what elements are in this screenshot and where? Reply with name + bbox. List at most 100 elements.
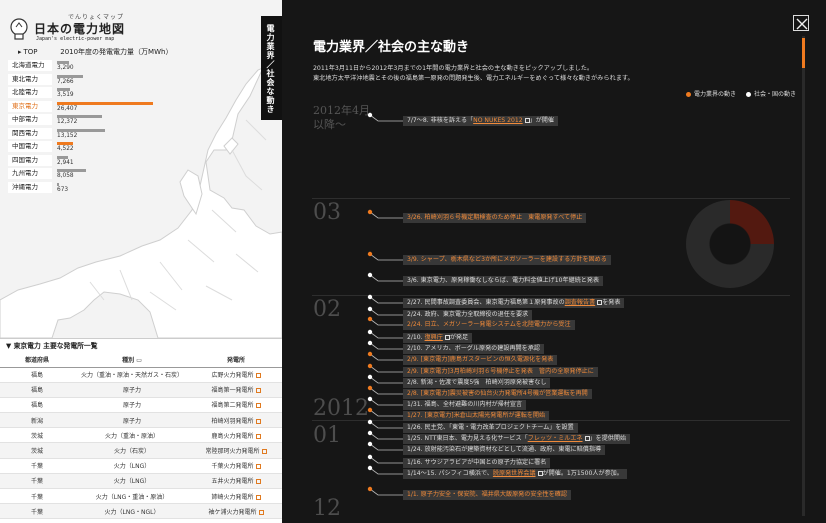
cell-plant[interactable]: 常陸那珂火力発電所 <box>190 442 282 459</box>
external-link-icon[interactable] <box>261 449 267 455</box>
provider-name: 北海道電力 <box>8 60 52 71</box>
provider-bar <box>57 61 69 64</box>
external-link-icon[interactable] <box>255 388 261 394</box>
event-marker <box>367 454 373 460</box>
cell-plant[interactable]: 五井火力発電所 <box>190 473 282 490</box>
plant-link[interactable]: 福島第一発電所 <box>211 387 253 394</box>
timeline-tab-label: 電力業界／社会な動き <box>266 24 275 114</box>
cell-plant[interactable]: 袖ケ浦火力発電所 <box>190 503 282 520</box>
table-header-row: 都道府県 種別 ▭ 発電所 <box>0 353 282 368</box>
table-row: 千葉 火力（LNG・NGL） 袖ケ浦火力発電所 <box>0 503 282 520</box>
event-marker <box>367 209 373 215</box>
top-link[interactable]: ▸ TOP <box>8 48 58 56</box>
timeline-event[interactable]: 1/25. NTT東日本、電力見える化サービス「フレッツ・ミルエネ 」を提供開始 <box>403 434 631 444</box>
event-text: 2/27. 民間事故調査委員会、東京電力福島第１原発事故の <box>407 299 565 306</box>
plant-link[interactable]: 福島第二発電所 <box>211 402 253 409</box>
plant-link[interactable]: 姉崎火力発電所 <box>211 494 253 501</box>
provider-value: 4,522 <box>57 146 74 152</box>
event-text-tail: が発足 <box>449 334 469 341</box>
external-link-icon[interactable] <box>255 433 261 439</box>
metric-label: 2010年度の発電電力量（万MWh） <box>60 48 173 56</box>
provider-name: 中国電力 <box>8 141 52 152</box>
timeline-event[interactable]: 1/14～15. パシフィコ横浜で、脱原発世界会議 が開催。1万1500人が参加。 <box>403 469 627 479</box>
cell-type: 原子力 <box>74 397 190 414</box>
event-connector <box>369 421 403 429</box>
plant-table-body: 福島 火力（重油・原油・天然ガス・石炭） 広野火力発電所 福島 原子力 福島第一発電所 福島… <box>0 367 282 520</box>
cell-prefecture: 福島 <box>0 397 74 414</box>
event-text: 2/9. [東京電力]鹿島ガスタービンの恒久電源化を発表 <box>407 356 554 363</box>
cell-plant[interactable]: 姉崎火力発電所 <box>190 488 282 505</box>
timeline-event[interactable]: 2/27. 民間事故調査委員会、東京電力福島第１原発事故の調査報告書 を発表 <box>403 298 625 308</box>
col-type-label: 種別 <box>122 357 135 365</box>
timeline-event[interactable]: 2/10. 復興庁 が発足 <box>403 333 473 343</box>
provider-row[interactable]: 北海道電力 3,290 <box>8 59 168 73</box>
plant-list-title[interactable]: ▼ 東京電力 主要な発電所一覧 <box>0 339 282 353</box>
cell-prefecture: 千葉 <box>0 473 74 490</box>
timeline-tab[interactable]: 電力業界／社会な動き <box>261 16 282 120</box>
provider-row[interactable]: 四国電力 2,941 <box>8 154 168 168</box>
external-link-icon[interactable] <box>255 373 261 379</box>
table-row: 千葉 火力（LNG） 五井火力発電所 <box>0 473 282 490</box>
provider-list: 北海道電力 3,290 東北電力 7,266 北陸電力 3,519 東京電力 26,40… <box>8 59 168 194</box>
provider-value: 3,519 <box>57 92 74 98</box>
event-text: 2/8. [東京電力]震災被害の仙台火力発電所4号機が営業運転を再開 <box>407 390 588 397</box>
external-link-icon[interactable] <box>255 464 261 470</box>
event-link[interactable]: NO NUKES 2012 <box>473 117 522 124</box>
event-link[interactable]: 調査報告書 <box>565 299 595 306</box>
cell-plant[interactable]: 千葉火力発電所 <box>190 458 282 474</box>
plant-link[interactable]: 広野火力発電所 <box>211 372 253 379</box>
event-text-tail: が開催。1万1500人が参加。 <box>542 470 623 477</box>
plant-link[interactable]: 五井火力発電所 <box>211 478 253 485</box>
table-row: 福島 火力（重油・原油・天然ガス・石炭） 広野火力発電所 <box>0 367 282 383</box>
event-text: 1/31. 福島、全村避難の川内村が帰村宣言 <box>407 401 523 408</box>
plant-link[interactable]: 鹿島火力発電所 <box>211 433 253 440</box>
plant-link[interactable]: 柏崎刈羽発電所 <box>211 418 253 425</box>
cell-prefecture: 新潟 <box>0 412 74 429</box>
provider-row[interactable]: 中国電力 4,522 <box>8 140 168 154</box>
cell-plant[interactable]: 広野火力発電所 <box>190 367 282 383</box>
cell-plant[interactable]: 福島第二発電所 <box>190 397 282 414</box>
provider-name: 沖縄電力 <box>8 181 52 193</box>
external-link-icon[interactable] <box>258 509 264 515</box>
event-text: 1/26. 民主党、「東電・電力改革プロジェクトチーム」を設置 <box>407 424 574 431</box>
cell-plant[interactable]: 福島第一発電所 <box>190 382 282 398</box>
event-text: 1/27. [東京電力]米倉山太陽光発電所が運転を開始 <box>407 412 546 419</box>
provider-name: 北陸電力 <box>8 87 52 98</box>
external-link-icon[interactable] <box>255 418 261 424</box>
cell-type: 火力（LNG・NGL） <box>74 503 190 520</box>
provider-row[interactable]: 東京電力 26,407 <box>8 100 168 114</box>
event-text-tail: を発表 <box>602 299 621 306</box>
external-link-icon[interactable] <box>255 403 261 409</box>
event-link[interactable]: 復興庁 <box>425 334 443 341</box>
provider-name: 関西電力 <box>8 127 52 139</box>
external-link-icon[interactable] <box>255 479 261 485</box>
provider-row[interactable]: 中部電力 12,372 <box>8 113 168 127</box>
provider-row[interactable]: 北陸電力 3,519 <box>8 86 168 100</box>
provider-row[interactable]: 関西電力 13,152 <box>8 127 168 141</box>
event-link[interactable]: 脱原発世界会議 <box>493 470 536 477</box>
col-plant: 発電所 <box>190 353 282 368</box>
event-marker <box>367 430 373 436</box>
provider-row[interactable]: 東北電力 7,266 <box>8 73 168 87</box>
app-logo[interactable]: でんりょくマップ 日本の電力地図 Japan's electric-power … <box>8 14 138 44</box>
event-connector <box>369 211 403 219</box>
plant-link[interactable]: 常陸那珂火力発電所 <box>205 448 259 455</box>
cell-plant[interactable]: 鹿島火力発電所 <box>190 427 282 444</box>
external-link-icon[interactable] <box>255 494 261 500</box>
event-text: 3/6. 東京電力、原発稼働なしならば、電力料金値上げ10年継続と発表 <box>407 277 600 284</box>
event-connector <box>369 114 403 122</box>
cell-type: 火力（LNG） <box>74 473 190 490</box>
event-marker <box>367 351 373 357</box>
comment-icon[interactable]: ▭ <box>136 357 142 364</box>
plant-link[interactable]: 袖ケ浦火力発電所 <box>208 509 256 516</box>
event-link[interactable]: フレッツ・ミルエネ <box>528 435 583 442</box>
col-prefecture: 都道府県 <box>0 353 74 368</box>
plant-link[interactable]: 千葉火力発電所 <box>211 463 253 470</box>
timeline-event: 1/1. 原子力安全・保安院、福井県大飯原発の安全性を確認 <box>403 490 571 500</box>
cell-plant[interactable]: 柏崎刈羽発電所 <box>190 412 282 429</box>
provider-row[interactable]: 沖縄電力 673 <box>8 181 168 195</box>
cell-type: 火力（重油・原油） <box>74 427 190 444</box>
provider-row[interactable]: 九州電力 8,058 <box>8 167 168 181</box>
table-row: 千葉 火力（LNG・重油・原油） 姉崎火力発電所 <box>0 488 282 505</box>
timeline-event[interactable]: 7/7～8. 非核を訴える「NO NUKES 2012 」が開催 <box>403 116 558 126</box>
